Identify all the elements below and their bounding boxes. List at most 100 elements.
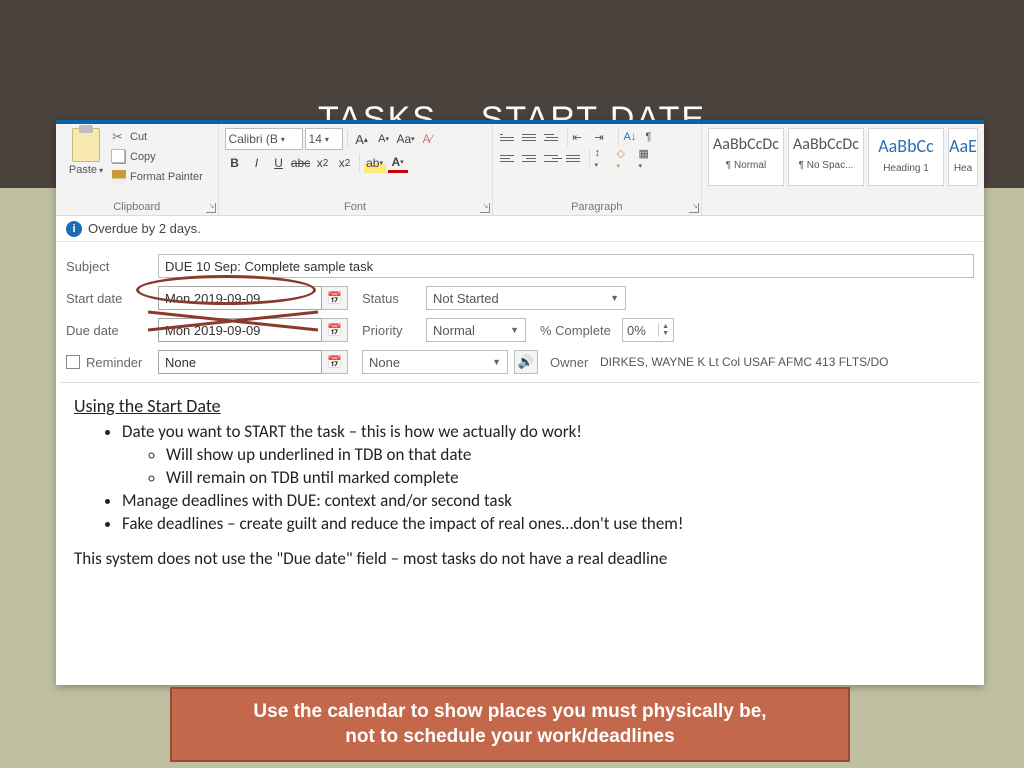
priority-value: Normal <box>433 323 475 338</box>
font-size-combo[interactable]: 14▾ <box>305 128 343 150</box>
ribbon-group-paragraph: ⇤ ⇥ A↓ ¶ ↕▾ ◇▾ ▦▾ Paragraph <box>493 124 702 215</box>
pctcomplete-spinner[interactable]: 0% ▲▼ <box>622 318 674 342</box>
callout-line2: not to schedule your work/deadlines <box>188 724 832 750</box>
font-name-combo[interactable]: Calibri (B▾ <box>225 128 303 150</box>
copy-icon <box>112 150 126 164</box>
style-heading2[interactable]: AaE Hea <box>948 128 978 186</box>
priority-label: Priority <box>362 323 426 338</box>
priority-combo[interactable]: Normal ▼ <box>426 318 526 342</box>
startdate-input[interactable]: Mon 2019-09-09 <box>158 286 322 310</box>
content-paragraph: This system does not use the "Due date" … <box>74 548 966 569</box>
callout-line1: Use the calendar to show places you must… <box>188 699 832 725</box>
duedate-input[interactable]: Mon 2019-09-09 <box>158 318 322 342</box>
calendar-icon: 📅 <box>327 323 342 337</box>
paragraph-group-label: Paragraph <box>499 201 695 214</box>
align-center-button[interactable] <box>521 149 541 167</box>
grow-font-button[interactable]: A▴ <box>352 129 372 149</box>
reminder-calendar-button[interactable]: 📅 <box>322 350 348 374</box>
reminder-date-input[interactable]: None <box>158 350 322 374</box>
style-no-spacing[interactable]: AaBbCcDc ¶ No Spac... <box>788 128 864 186</box>
style-normal[interactable]: AaBbCcDc ¶ Normal <box>708 128 784 186</box>
borders-button[interactable]: ▦▾ <box>638 149 658 167</box>
reminder-label: Reminder <box>86 355 142 370</box>
superscript-button[interactable]: x2 <box>335 153 355 173</box>
spin-up-icon[interactable]: ▲ <box>662 323 669 330</box>
style-nospace-name: ¶ No Spac... <box>789 160 863 171</box>
reminder-time-combo[interactable]: None▼ <box>362 350 508 374</box>
justify-button[interactable] <box>565 149 585 167</box>
reminder-date-value: None <box>165 355 196 370</box>
ribbon-group-styles: AaBbCcDc ¶ Normal AaBbCcDc ¶ No Spac... … <box>702 124 984 215</box>
format-painter-button[interactable]: Format Painter <box>112 168 203 186</box>
copy-button[interactable]: Copy <box>112 148 203 166</box>
chevron-down-icon: ▼ <box>510 325 519 335</box>
paragraph-launcher-icon[interactable]: ↘ <box>689 203 699 213</box>
info-text: Overdue by 2 days. <box>88 221 201 236</box>
change-case-button[interactable]: Aa▾ <box>396 129 416 149</box>
italic-button[interactable]: I <box>247 153 267 173</box>
content-heading: Using the Start Date <box>74 395 966 417</box>
paste-label: Paste <box>69 164 97 176</box>
spin-down-icon[interactable]: ▼ <box>662 330 669 337</box>
info-bar: i Overdue by 2 days. <box>56 216 984 242</box>
task-body[interactable]: Using the Start Date Date you want to ST… <box>56 383 984 581</box>
subject-label: Subject <box>66 259 158 274</box>
bullet-item: Will show up underlined in TDB on that d… <box>166 444 966 465</box>
style-heading2-name: Hea <box>949 163 977 174</box>
style-normal-sample: AaBbCcDc <box>709 135 783 154</box>
ribbon-group-font: Calibri (B▾ 14▾ A▴ A▾ Aa▾ A⁄ B I U abc x… <box>219 124 493 215</box>
style-normal-name: ¶ Normal <box>709 160 783 171</box>
paste-button[interactable]: Paste▾ <box>62 128 110 176</box>
paste-icon <box>72 128 100 162</box>
shrink-font-button[interactable]: A▾ <box>374 129 394 149</box>
reminder-sound-button[interactable]: 🔊 <box>514 350 538 374</box>
clipboard-group-label: Clipboard <box>62 201 212 214</box>
style-nospace-sample: AaBbCcDc <box>789 135 863 154</box>
style-heading2-sample: AaE <box>949 135 977 157</box>
callout-box: Use the calendar to show places you must… <box>170 687 850 762</box>
cut-button[interactable]: ✂Cut <box>112 128 203 146</box>
font-color-button[interactable]: A▾ <box>388 153 408 173</box>
highlight-button[interactable]: ab▾ <box>364 153 386 173</box>
duedate-label: Due date <box>66 323 158 338</box>
bullets-button[interactable] <box>499 128 519 146</box>
font-name-value: Calibri (B <box>229 132 278 146</box>
show-marks-button[interactable]: ¶ <box>645 128 665 146</box>
chevron-down-icon: ▼ <box>610 293 619 303</box>
shading-button[interactable]: ◇▾ <box>616 149 636 167</box>
bullet-item: Manage deadlines with DUE: context and/o… <box>122 490 966 511</box>
sort-button[interactable]: A↓ <box>623 128 643 146</box>
style-heading1[interactable]: AaBbCc Heading 1 <box>868 128 944 186</box>
startdate-label: Start date <box>66 291 158 306</box>
startdate-calendar-button[interactable]: 📅 <box>322 286 348 310</box>
font-group-label: Font <box>225 201 486 214</box>
underline-button[interactable]: U <box>269 153 289 173</box>
status-value: Not Started <box>433 291 499 306</box>
line-spacing-button[interactable]: ↕▾ <box>594 149 614 167</box>
align-left-button[interactable] <box>499 149 519 167</box>
multilevel-button[interactable] <box>543 128 563 146</box>
duedate-calendar-button[interactable]: 📅 <box>322 318 348 342</box>
pctcomplete-value: 0% <box>627 323 646 338</box>
clear-formatting-button[interactable]: A⁄ <box>418 129 438 149</box>
bullet-item: Date you want to START the task – this i… <box>122 421 966 442</box>
status-label: Status <box>362 291 426 306</box>
increase-indent-button[interactable]: ⇥ <box>594 128 614 146</box>
reminder-time-value: None <box>369 355 400 370</box>
clipboard-launcher-icon[interactable]: ↘ <box>206 203 216 213</box>
calendar-icon: 📅 <box>327 355 342 369</box>
decrease-indent-button[interactable]: ⇤ <box>572 128 592 146</box>
owner-label: Owner <box>550 355 600 370</box>
ribbon: Paste▾ ✂Cut Copy Format Painter Clipboar… <box>56 124 984 216</box>
pctcomplete-label: % Complete <box>540 323 622 338</box>
reminder-checkbox[interactable] <box>66 355 80 369</box>
bold-button[interactable]: B <box>225 153 245 173</box>
subscript-button[interactable]: x2 <box>313 153 333 173</box>
status-combo[interactable]: Not Started ▼ <box>426 286 626 310</box>
subject-input[interactable]: DUE 10 Sep: Complete sample task <box>158 254 974 278</box>
align-right-button[interactable] <box>543 149 563 167</box>
font-launcher-icon[interactable]: ↘ <box>480 203 490 213</box>
strikethrough-button[interactable]: abc <box>291 153 311 173</box>
numbering-button[interactable] <box>521 128 541 146</box>
ribbon-group-clipboard: Paste▾ ✂Cut Copy Format Painter Clipboar… <box>56 124 219 215</box>
